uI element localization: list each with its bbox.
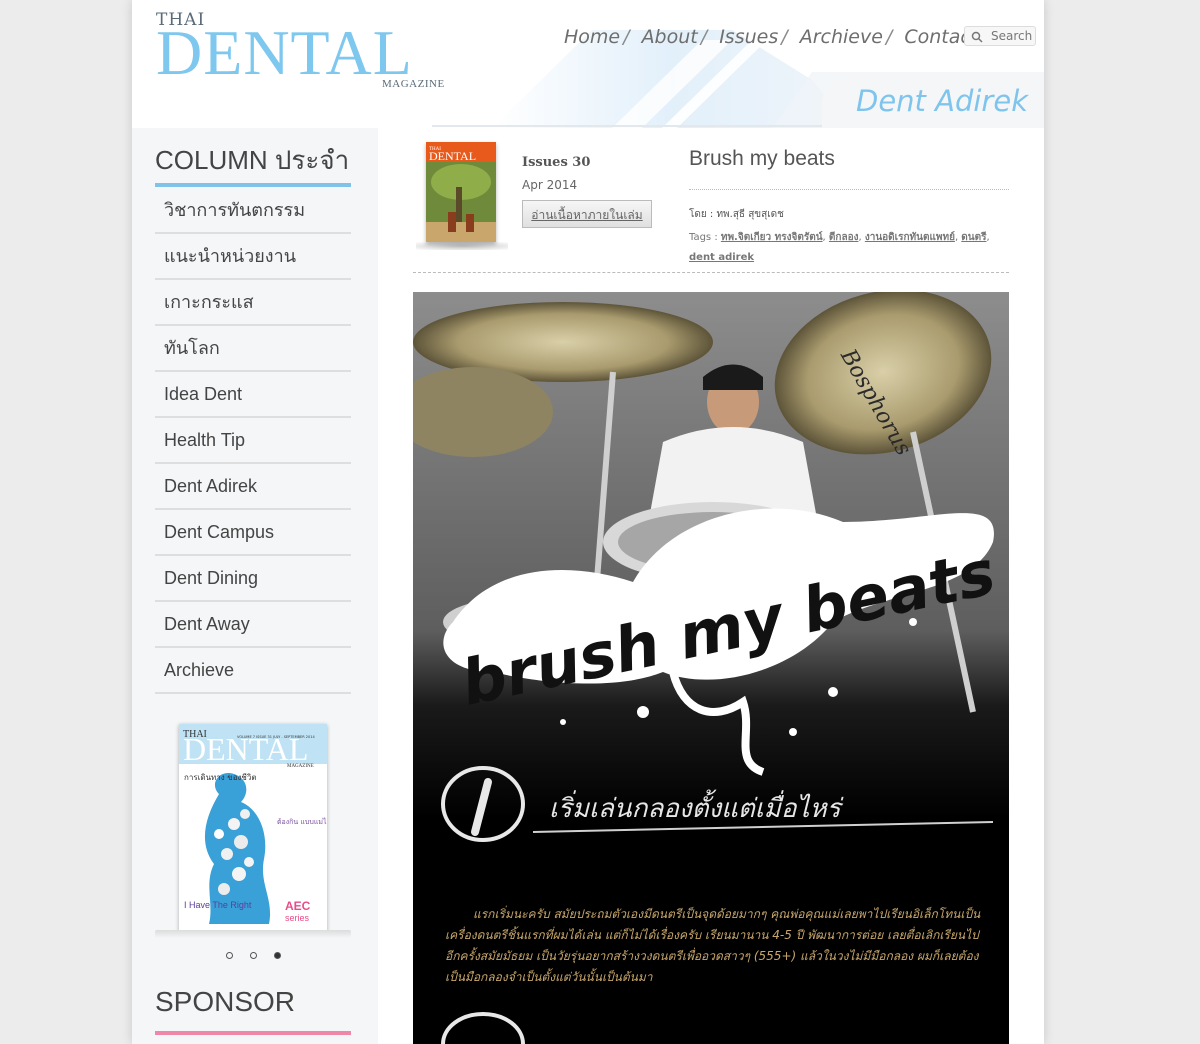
carousel-dot-1[interactable] bbox=[226, 952, 233, 959]
logo-magazine-text: MAGAZINE bbox=[382, 78, 445, 90]
thai-dental-logo[interactable]: THAI DENTAL MAGAZINE bbox=[156, 10, 444, 100]
featured-cover-image[interactable]: THAI DENTAL MAGAZINE VOLUME 7 ISSUE 31 J… bbox=[179, 724, 327, 932]
tag-link[interactable]: dent adirek bbox=[689, 252, 754, 263]
nav-separator: / bbox=[623, 26, 630, 48]
cover-headline: การเดินทาง ของชีวิต bbox=[184, 773, 257, 782]
menu-item-dent-dining[interactable]: Dent Dining bbox=[155, 556, 351, 602]
cover-volume: VOLUME 7 ISSUE 31 JULY - SEPTEMBER 2014 bbox=[237, 735, 315, 739]
carousel-dot-3[interactable] bbox=[274, 952, 281, 959]
hero-paragraph: แรกเริ่มนะครับ สมัยประถมตัวเองมีดนตรีเป็… bbox=[445, 907, 981, 984]
menu-item-thanlok[interactable]: ทันโลก bbox=[155, 326, 351, 372]
menu-item-archieve[interactable]: Archieve bbox=[155, 648, 351, 694]
issue-cover-brand: DENTAL bbox=[429, 149, 476, 163]
nav-separator: / bbox=[781, 26, 788, 48]
tag-link[interactable]: งานอดิเรกทันตแพทย์ bbox=[865, 232, 955, 243]
nav-archieve[interactable]: Archieve bbox=[800, 26, 883, 48]
nav-about[interactable]: About bbox=[642, 26, 698, 48]
issue-number: Issues 30 bbox=[522, 155, 591, 170]
nav-issues[interactable]: Issues bbox=[719, 26, 778, 48]
issue-cover-shadow bbox=[416, 242, 508, 250]
main-separator bbox=[413, 272, 1009, 273]
article-title: Brush my beats bbox=[689, 147, 835, 170]
carousel-pagination bbox=[222, 952, 302, 962]
main-nav: Home / About / Issues / Archieve / Contact bbox=[564, 26, 978, 48]
article-author: โดย : ทพ.สุธี สุขสุเดช bbox=[689, 209, 784, 220]
nav-separator: / bbox=[700, 26, 708, 48]
issue-cover-image[interactable]: THAI DENTAL bbox=[426, 142, 496, 242]
article-tags: Tags : ทพ.จิตเกียว ทรงจิตรัตน์, ตีกลอง, … bbox=[689, 232, 990, 263]
column-menu: วิชาการทันตกรรม แนะนำหน่วยงาน เกาะกระแส … bbox=[155, 188, 351, 694]
column-title-underline bbox=[155, 183, 351, 187]
menu-item-idea-dent[interactable]: Idea Dent bbox=[155, 372, 351, 418]
issue-date: Apr 2014 bbox=[522, 178, 578, 192]
menu-item-naenam[interactable]: แนะนำหน่วยงาน bbox=[155, 234, 351, 280]
menu-item-health-tip[interactable]: Health Tip bbox=[155, 418, 351, 464]
tag-link[interactable]: ดนตรี bbox=[961, 232, 986, 243]
page-container: THAI DENTAL MAGAZINE Home / About / Issues… bbox=[132, 0, 1044, 1044]
tag-link[interactable]: ทพ.จิตเกียว ทรงจิตรัตน์ bbox=[721, 232, 823, 243]
article-hero-image: Bosphorus brush my beats เริ่มเล่นกลองตั… bbox=[413, 292, 1009, 1044]
column-title: COLUMN ประจำ bbox=[155, 145, 350, 175]
search-icon bbox=[971, 31, 983, 43]
menu-item-wichakan[interactable]: วิชาการทันตกรรม bbox=[155, 188, 351, 234]
tag-link[interactable]: ตีกลอง bbox=[829, 232, 859, 243]
logo-dental-text: DENTAL bbox=[156, 17, 413, 88]
section-title: Dent Adirek bbox=[855, 84, 1028, 118]
cover-magazine: MAGAZINE bbox=[287, 764, 314, 769]
featured-cover-art: THAI DENTAL MAGAZINE VOLUME 7 ISSUE 31 J… bbox=[179, 724, 327, 932]
menu-item-dent-away[interactable]: Dent Away bbox=[155, 602, 351, 648]
cover-subheadline: ต้องกิน แบบแม่ได้ bbox=[277, 817, 327, 826]
issue-cover-art: THAI DENTAL bbox=[426, 142, 496, 242]
search-box[interactable]: Search bbox=[964, 26, 1036, 46]
cover-left-caption: I Have The Right bbox=[184, 900, 252, 910]
tags-label: Tags : bbox=[689, 232, 718, 243]
search-label: Search bbox=[991, 29, 1033, 43]
cover-aec: AEC bbox=[285, 899, 311, 913]
menu-item-dent-campus[interactable]: Dent Campus bbox=[155, 510, 351, 556]
article-title-separator bbox=[689, 189, 1009, 190]
menu-item-kokrasae[interactable]: เกาะกระแส bbox=[155, 280, 351, 326]
sponsor-underline bbox=[155, 1031, 351, 1035]
cover-shelf bbox=[155, 930, 351, 938]
nav-separator: / bbox=[885, 26, 893, 48]
carousel-dot-2[interactable] bbox=[250, 952, 257, 959]
featured-cover-carousel[interactable]: THAI DENTAL MAGAZINE VOLUME 7 ISSUE 31 J… bbox=[155, 718, 351, 940]
menu-item-dent-adirek[interactable]: Dent Adirek bbox=[155, 464, 351, 510]
nav-home[interactable]: Home bbox=[564, 26, 620, 48]
sponsor-title: SPONSOR bbox=[155, 986, 296, 1017]
cover-series: series bbox=[285, 913, 310, 923]
hero-section-heading: เริ่มเล่นกลองตั้งแต่เมื่อไหร่ bbox=[549, 794, 841, 824]
read-issue-button[interactable]: อ่านเนื้อหาภายในเล่ม bbox=[522, 200, 652, 228]
